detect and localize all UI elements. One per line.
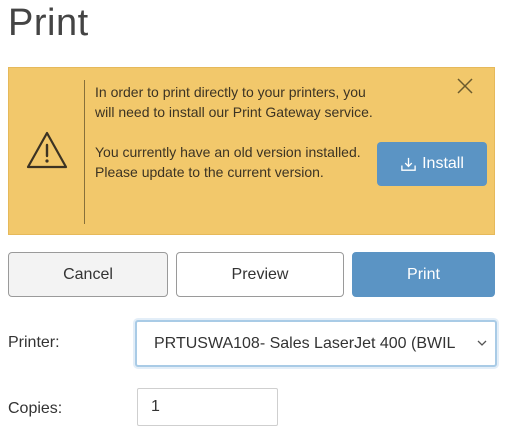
install-button-label: Install — [422, 155, 464, 172]
copies-label: Copies: — [8, 400, 63, 417]
close-icon[interactable] — [454, 75, 476, 97]
alert-message-update: You currently have an old version instal… — [95, 144, 361, 180]
printer-select-value: PRTUSWA108- Sales LaserJet 400 (BWIL — [154, 334, 456, 352]
page-title: Print — [8, 2, 89, 44]
install-button[interactable]: Install — [377, 142, 487, 186]
chevron-down-icon — [477, 340, 487, 346]
printer-select[interactable]: PRTUSWA108- Sales LaserJet 400 (BWIL — [135, 320, 497, 367]
warning-triangle-icon — [26, 131, 68, 169]
print-page: Print In order to print directly to your… — [0, 0, 507, 442]
copies-input[interactable] — [137, 388, 278, 426]
alert-divider — [84, 80, 85, 224]
cancel-button[interactable]: Cancel — [8, 252, 168, 297]
printer-label: Printer: — [8, 334, 60, 351]
print-button[interactable]: Print — [352, 252, 495, 297]
gateway-warning-alert: In order to print directly to your print… — [8, 67, 495, 235]
alert-message-install: In order to print directly to your print… — [95, 84, 373, 120]
preview-button[interactable]: Preview — [176, 252, 344, 297]
alert-message: In order to print directly to your print… — [95, 82, 375, 182]
download-tray-icon — [401, 157, 416, 171]
